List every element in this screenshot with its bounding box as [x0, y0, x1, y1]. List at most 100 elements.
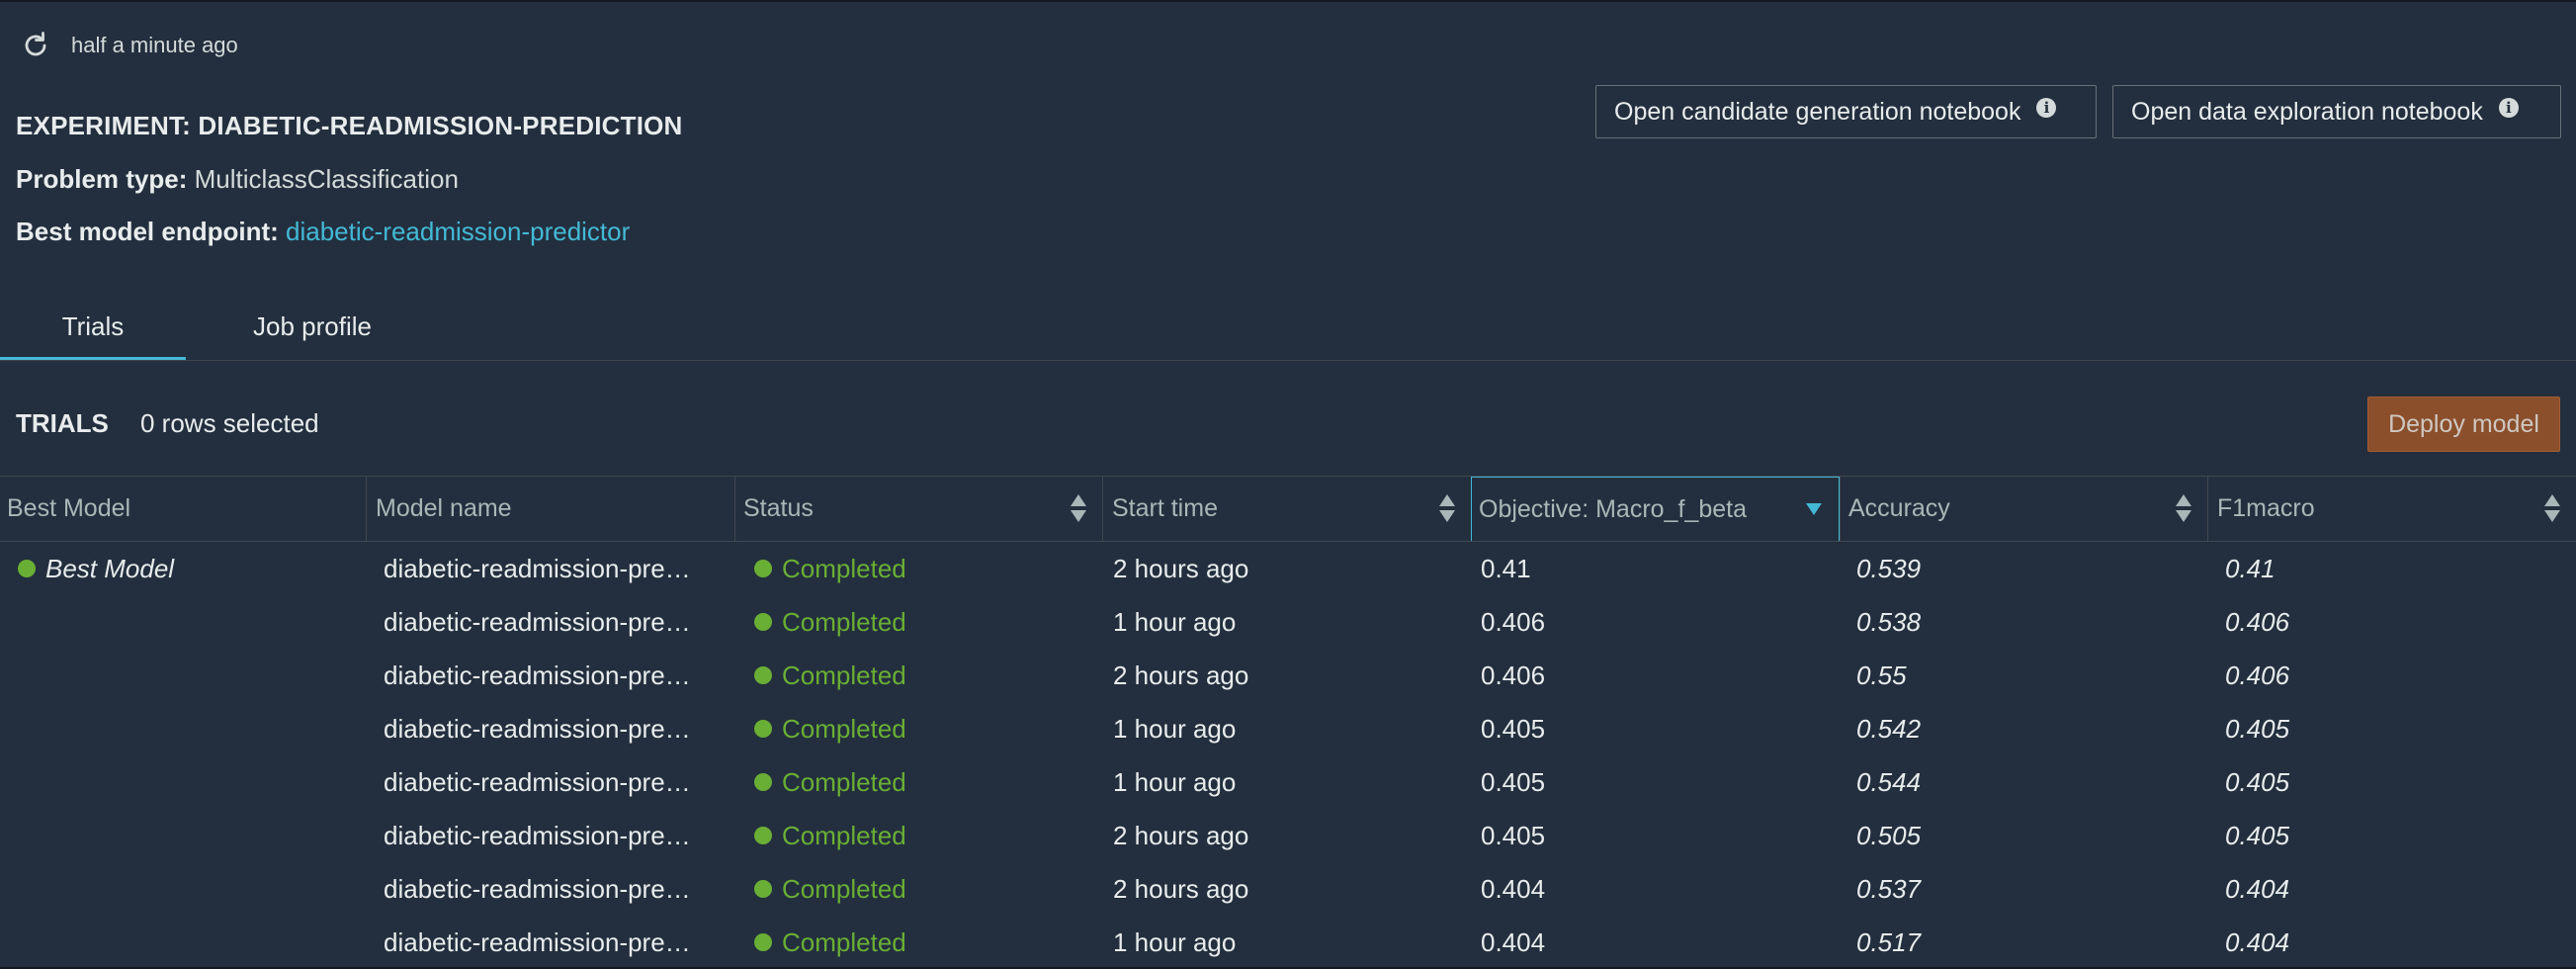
status-cell: Completed [754, 862, 1090, 916]
column-divider[interactable] [734, 477, 735, 541]
column-header-status[interactable]: Status [736, 477, 1102, 541]
model-name-cell[interactable]: diabetic-readmission-pre… [384, 755, 725, 809]
table-row[interactable]: diabetic-readmission-pre… Completed 2 ho… [0, 649, 2576, 702]
start-time-cell: 2 hours ago [1113, 820, 1249, 850]
objective-cell: 0.406 [1481, 606, 1546, 637]
accuracy-cell: 0.542 [1856, 713, 1922, 744]
accuracy-cell: 0.544 [1856, 766, 1922, 797]
start-time-cell: 1 hour ago [1113, 926, 1237, 957]
status-dot [754, 827, 772, 844]
endpoint-link[interactable]: diabetic-readmission-predictor [286, 217, 630, 246]
status-dot [754, 880, 772, 898]
status-cell: Completed [754, 809, 1090, 862]
f1macro-cell: 0.405 [2225, 766, 2290, 797]
best-model-dot [18, 560, 36, 577]
column-divider[interactable] [2207, 477, 2208, 541]
status-text: Completed [782, 820, 906, 850]
column-header-best-model[interactable]: Best Model [0, 477, 366, 541]
refresh-row: half a minute ago [20, 28, 238, 63]
status-dot [754, 613, 772, 631]
problem-type-label: Problem type: [16, 164, 188, 194]
accuracy-cell: 0.538 [1856, 606, 1922, 637]
problem-type-value: MulticlassClassification [194, 164, 459, 194]
refresh-icon[interactable] [20, 30, 51, 61]
best-model-cell [18, 862, 364, 916]
column-header-model-name[interactable]: Model name [369, 477, 734, 541]
sort-icon[interactable] [2174, 492, 2193, 524]
start-time-cell: 2 hours ago [1113, 660, 1249, 690]
table-row[interactable]: diabetic-readmission-pre… Completed 1 ho… [0, 755, 2576, 809]
f1macro-cell: 0.41 [2225, 553, 2275, 583]
objective-cell: 0.41 [1481, 553, 1531, 583]
model-name-cell[interactable]: diabetic-readmission-pre… [384, 809, 725, 862]
sort-desc-icon[interactable] [1803, 493, 1825, 525]
objective-cell: 0.405 [1481, 820, 1546, 850]
status-text: Completed [782, 660, 906, 690]
column-label: Best Model [7, 494, 131, 522]
sort-icon[interactable] [1437, 492, 1457, 524]
experiment-title: EXPERIMENT: DIABETIC-READMISSION-PREDICT… [16, 111, 683, 140]
start-time-cell: 1 hour ago [1113, 713, 1237, 744]
column-divider[interactable] [1102, 477, 1103, 541]
status-dot [754, 666, 772, 684]
open-data-exploration-notebook-button[interactable]: Open data exploration notebook i [2112, 85, 2561, 138]
model-name-cell[interactable]: diabetic-readmission-pre… [384, 595, 725, 649]
table-row[interactable]: diabetic-readmission-pre… Completed 1 ho… [0, 595, 2576, 649]
column-divider[interactable] [366, 477, 367, 541]
status-text: Completed [782, 553, 906, 583]
top-frame [0, 0, 2576, 2]
last-refreshed-text: half a minute ago [71, 33, 238, 57]
table-row[interactable]: diabetic-readmission-pre… Completed 2 ho… [0, 809, 2576, 862]
table-row[interactable]: diabetic-readmission-pre… Completed 1 ho… [0, 702, 2576, 755]
info-icon[interactable]: i [2036, 98, 2057, 118]
status-cell: Completed [754, 649, 1090, 702]
best-model-label: Best Model [45, 553, 175, 583]
status-text: Completed [782, 873, 906, 904]
status-text: Completed [782, 926, 906, 957]
column-label: Accuracy [1848, 494, 1950, 522]
f1macro-cell: 0.406 [2225, 660, 2290, 690]
table-row[interactable]: Best Model diabetic-readmission-pre… Com… [0, 542, 2576, 595]
start-time-cell: 2 hours ago [1113, 553, 1249, 583]
column-label: Objective: Macro_f_beta [1479, 494, 1747, 523]
tab-trials[interactable]: Trials [0, 293, 186, 360]
status-text: Completed [782, 713, 906, 744]
best-model-cell [18, 702, 364, 755]
best-model-endpoint: Best model endpoint: diabetic-readmissio… [16, 217, 630, 247]
tab-job-profile[interactable]: Job profile [186, 293, 439, 360]
model-name-cell[interactable]: diabetic-readmission-pre… [384, 649, 725, 702]
status-dot [754, 560, 772, 577]
model-name-cell[interactable]: diabetic-readmission-pre… [384, 862, 725, 916]
rows-selected-count: 0 rows selected [140, 408, 319, 438]
column-divider[interactable] [1840, 477, 1841, 541]
model-name-cell[interactable]: diabetic-readmission-pre… [384, 702, 725, 755]
objective-cell: 0.406 [1481, 660, 1546, 690]
sort-icon[interactable] [1069, 492, 1088, 524]
accuracy-cell: 0.505 [1856, 820, 1922, 850]
column-header-accuracy[interactable]: Accuracy [1842, 477, 2207, 541]
status-dot [754, 720, 772, 738]
endpoint-label: Best model endpoint: [16, 217, 279, 246]
model-name-cell[interactable]: diabetic-readmission-pre… [384, 916, 725, 969]
info-icon[interactable]: i [2498, 98, 2519, 118]
sort-icon[interactable] [2542, 492, 2562, 524]
open-candidate-notebook-button[interactable]: Open candidate generation notebook i [1595, 85, 2097, 138]
best-model-cell: Best Model [18, 542, 364, 595]
status-cell: Completed [754, 542, 1090, 595]
f1macro-cell: 0.406 [2225, 606, 2290, 637]
objective-cell: 0.405 [1481, 713, 1546, 744]
column-label: Status [743, 494, 814, 522]
candidate-notebook-label: Open candidate generation notebook [1614, 97, 2021, 126]
status-cell: Completed [754, 916, 1090, 969]
column-header-start-time[interactable]: Start time [1105, 477, 1471, 541]
status-cell: Completed [754, 755, 1090, 809]
best-model-cell [18, 916, 364, 969]
status-cell: Completed [754, 702, 1090, 755]
column-header-f1macro[interactable]: F1macro [2210, 477, 2576, 541]
model-name-cell[interactable]: diabetic-readmission-pre… [384, 542, 725, 595]
table-row[interactable]: diabetic-readmission-pre… Completed 1 ho… [0, 916, 2576, 969]
deploy-model-button[interactable]: Deploy model [2367, 396, 2560, 452]
table-row[interactable]: diabetic-readmission-pre… Completed 2 ho… [0, 862, 2576, 916]
column-header-objective[interactable]: Objective: Macro_f_beta [1471, 477, 1840, 541]
accuracy-cell: 0.55 [1856, 660, 1907, 690]
